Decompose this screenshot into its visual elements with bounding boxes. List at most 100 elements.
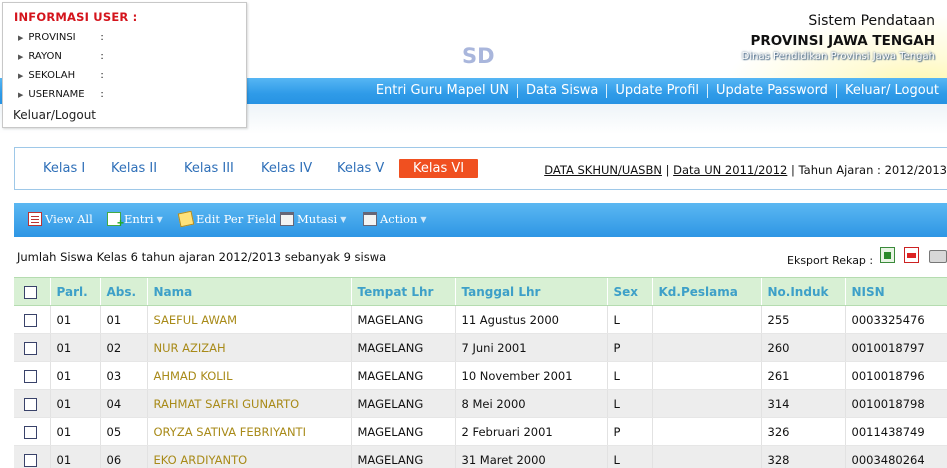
- cell-tanggal-lahir: 31 Maret 2000: [454, 445, 607, 468]
- school-level-title: SD: [462, 44, 495, 68]
- cell-tanggal-lahir: 10 November 2001: [454, 361, 607, 390]
- cell-kd-peslama: [651, 333, 761, 362]
- school-year: | Tahun Ajaran : 2012/2013: [791, 163, 947, 177]
- entri-button[interactable]: Entri ▼: [107, 212, 163, 230]
- row-checkbox[interactable]: [24, 425, 37, 439]
- row-checkbox[interactable]: [24, 369, 37, 383]
- cell-sex: P: [606, 417, 652, 446]
- col-nisn[interactable]: NISN: [844, 277, 947, 306]
- tab-kelas-4[interactable]: Kelas IV: [261, 161, 312, 176]
- cell-nisn: 0003480264: [844, 445, 947, 468]
- row-checkbox[interactable]: [24, 453, 37, 467]
- table-row[interactable]: 01 01 SAEFUL AWAM MAGELANG 11 Agustus 20…: [14, 305, 947, 334]
- folder-icon: [280, 212, 294, 226]
- row-checkbox[interactable]: [24, 313, 37, 327]
- cell-nama[interactable]: ORYZA SATIVA FEBRIYANTI: [146, 417, 351, 446]
- cell-abs: 03: [99, 361, 147, 390]
- view-all-button[interactable]: View All: [28, 212, 93, 226]
- row-select-cell: [14, 361, 50, 390]
- tab-kelas-6[interactable]: Kelas VI: [399, 159, 479, 178]
- link-skhun-uasbn[interactable]: DATA SKHUN/UASBN: [544, 163, 662, 177]
- table-row[interactable]: 01 02 NUR AZIZAH MAGELANG 7 Juni 2001 P …: [14, 333, 947, 362]
- system-title: Sistem Pendataan: [808, 13, 935, 29]
- nav-entri-guru[interactable]: Entri Guru Mapel UN: [368, 84, 517, 98]
- pdf-export-icon[interactable]: [904, 247, 919, 263]
- field-separator: :: [100, 89, 104, 100]
- mutasi-button[interactable]: Mutasi ▼: [280, 212, 346, 226]
- col-tempat-lahir[interactable]: Tempat Lhr: [350, 277, 455, 306]
- excel-export-icon[interactable]: [880, 247, 895, 263]
- document-list-icon: [28, 212, 42, 226]
- cell-no-induk: 255: [760, 305, 845, 334]
- action-button[interactable]: Action ▼: [363, 212, 427, 226]
- tab-kelas-1[interactable]: Kelas I: [43, 161, 85, 176]
- select-all-checkbox[interactable]: [24, 285, 37, 299]
- class-tab-bar: Kelas I Kelas II Kelas III Kelas IV Kela…: [14, 147, 947, 190]
- view-all-label: View All: [45, 212, 93, 226]
- cell-tempat-lahir: MAGELANG: [350, 305, 455, 334]
- add-document-icon: [107, 212, 124, 230]
- table-row[interactable]: 01 04 RAHMAT SAFRI GUNARTO MAGELANG 8 Me…: [14, 389, 947, 418]
- tab-kelas-5[interactable]: Kelas V: [337, 161, 384, 176]
- cell-no-induk: 328: [760, 445, 845, 468]
- cell-kd-peslama: [651, 417, 761, 446]
- row-select-cell: [14, 417, 50, 446]
- field-label: USERNAME: [28, 89, 85, 100]
- entri-label: Entri: [124, 212, 154, 226]
- link-separator: |: [665, 163, 670, 177]
- col-tanggal-lahir[interactable]: Tanggal Lhr: [454, 277, 607, 306]
- cell-tempat-lahir: MAGELANG: [350, 445, 455, 468]
- user-field-username: ▶ USERNAME:: [14, 85, 246, 104]
- nav-logout[interactable]: Keluar/ Logout: [835, 84, 947, 98]
- cell-nisn: 0010018797: [844, 333, 947, 362]
- table-row[interactable]: 01 06 EKO ARDIYANTO MAGELANG 31 Maret 20…: [14, 445, 947, 468]
- nav-update-profil[interactable]: Update Profil: [606, 84, 707, 98]
- cell-kd-peslama: [651, 361, 761, 390]
- cell-no-induk: 314: [760, 389, 845, 418]
- print-icon[interactable]: [929, 250, 947, 263]
- cell-nama[interactable]: AHMAD KOLIL: [146, 361, 351, 390]
- bullet-icon: ▶: [18, 33, 24, 42]
- cell-sex: L: [606, 389, 652, 418]
- col-parl[interactable]: Parl.: [49, 277, 100, 306]
- col-kd-peslama[interactable]: Kd.Peslama: [651, 277, 761, 306]
- nav-update-password[interactable]: Update Password: [707, 84, 836, 98]
- link-data-un[interactable]: Data UN 2011/2012: [673, 163, 787, 177]
- page: SD Sistem Pendataan PROVINSI JAWA TENGAH…: [0, 0, 947, 468]
- kelas-links: DATA SKHUN/UASBN | Data UN 2011/2012 | T…: [544, 163, 947, 177]
- cell-nama[interactable]: RAHMAT SAFRI GUNARTO: [146, 389, 351, 418]
- logout-link[interactable]: Keluar/Logout: [13, 108, 246, 122]
- tab-kelas-2[interactable]: Kelas II: [111, 161, 157, 176]
- cell-nama[interactable]: EKO ARDIYANTO: [146, 445, 351, 468]
- cell-parl: 01: [49, 333, 100, 362]
- mutasi-label: Mutasi: [297, 212, 338, 226]
- table-row[interactable]: 01 03 AHMAD KOLIL MAGELANG 10 November 2…: [14, 361, 947, 390]
- row-checkbox[interactable]: [24, 397, 37, 411]
- field-label: RAYON: [28, 51, 62, 62]
- row-checkbox[interactable]: [24, 341, 37, 355]
- col-abs[interactable]: Abs.: [99, 277, 147, 306]
- cell-sex: P: [606, 333, 652, 362]
- cell-nama[interactable]: NUR AZIZAH: [146, 333, 351, 362]
- select-all-cell: [14, 277, 50, 306]
- field-label: SEKOLAH: [28, 70, 76, 81]
- export-label: Eksport Rekap :: [787, 254, 874, 267]
- cell-nama[interactable]: SAEFUL AWAM: [146, 305, 351, 334]
- cell-parl: 01: [49, 305, 100, 334]
- bullet-icon: ▶: [18, 90, 24, 99]
- edit-per-field-button[interactable]: Edit Per Field: [177, 210, 276, 228]
- col-sex[interactable]: Sex: [606, 277, 652, 306]
- bullet-icon: ▶: [18, 52, 24, 61]
- cell-parl: 01: [49, 361, 100, 390]
- table-row[interactable]: 01 05 ORYZA SATIVA FEBRIYANTI MAGELANG 2…: [14, 417, 947, 446]
- cell-nisn: 0003325476: [844, 305, 947, 334]
- cell-tempat-lahir: MAGELANG: [350, 417, 455, 446]
- nav-data-siswa[interactable]: Data Siswa: [516, 84, 606, 98]
- tab-kelas-3[interactable]: Kelas III: [184, 161, 234, 176]
- col-nama[interactable]: Nama: [146, 277, 351, 306]
- col-no-induk[interactable]: No.Induk: [760, 277, 845, 306]
- cell-kd-peslama: [651, 445, 761, 468]
- cell-no-induk: 326: [760, 417, 845, 446]
- student-count-summary: Jumlah Siswa Kelas 6 tahun ajaran 2012/2…: [17, 250, 387, 264]
- cell-nisn: 0011438749: [844, 417, 947, 446]
